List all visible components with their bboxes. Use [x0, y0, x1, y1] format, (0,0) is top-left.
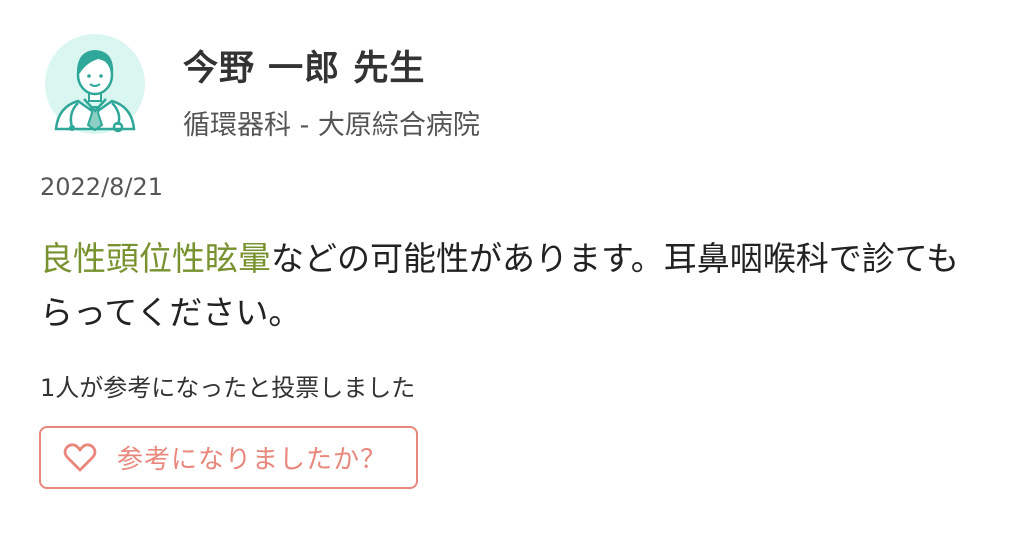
heart-icon	[63, 442, 97, 473]
doctor-avatar-icon	[38, 33, 152, 135]
highlighted-term: 良性頭位性眩暈	[40, 239, 271, 278]
answer-line-1: 良性頭位性眩暈などの可能性があります。耳鼻咽喉科で診ても	[40, 232, 990, 286]
helpful-vote-button[interactable]: 参考になりましたか？	[39, 426, 418, 489]
doctor-name: 今野 一郎 先生	[183, 49, 426, 89]
helpful-button-label: 参考になりましたか？	[117, 445, 388, 475]
doctor-department-hospital: 循環器科 - 大原綜合病院	[183, 110, 480, 141]
answer-line-2: らってください。	[40, 293, 302, 332]
answer-text: 良性頭位性眩暈などの可能性があります。耳鼻咽喉科で診ても らってください。	[40, 232, 990, 340]
answer-date: 2022/8/21	[40, 173, 164, 201]
helpful-vote-count: 1人が参考になったと投票しました	[40, 374, 416, 402]
doctor-answer-card: 今野 一郎 先生 循環器科 - 大原綜合病院 2022/8/21 良性頭位性眩暈…	[0, 0, 1024, 541]
answer-line-1-rest: などの可能性があります。耳鼻咽喉科で診ても	[271, 239, 960, 278]
